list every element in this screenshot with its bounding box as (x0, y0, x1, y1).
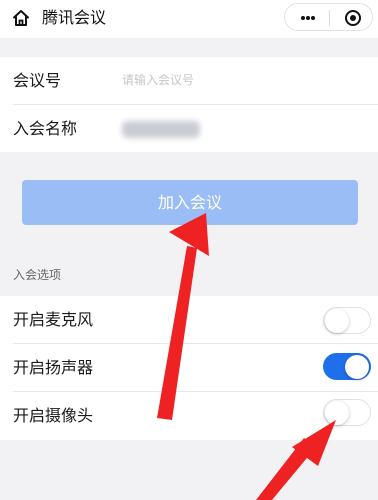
meeting-id-input[interactable] (122, 57, 362, 104)
option-label: 开启麦克风 (13, 310, 94, 329)
option-label: 开启摄像头 (13, 406, 94, 425)
join-options: 开启麦克风 开启扬声器 开启摄像头 (0, 296, 378, 440)
speaker-toggle[interactable] (323, 353, 371, 380)
mini-program-capsule (284, 3, 373, 31)
toggle-knob (345, 355, 369, 379)
option-label: 开启扬声器 (13, 358, 94, 377)
page-title: 腾讯会议 (42, 8, 107, 27)
option-row-microphone: 开启麦克风 (0, 296, 378, 343)
top-bar: 腾讯会议 (0, 0, 378, 38)
microphone-toggle[interactable] (323, 307, 371, 334)
display-name-label: 入会名称 (13, 119, 78, 138)
toggle-knob (325, 401, 349, 425)
target-icon[interactable] (345, 10, 361, 26)
display-name-row: 入会名称 (0, 105, 378, 152)
meeting-id-label: 会议号 (13, 71, 62, 90)
capsule-divider (329, 10, 330, 26)
option-row-camera: 开启摄像头 (0, 392, 378, 439)
toggle-knob (325, 309, 349, 333)
join-form: 会议号 入会名称 (0, 57, 378, 152)
home-icon[interactable] (11, 8, 31, 28)
display-name-field[interactable] (122, 121, 200, 138)
option-row-speaker: 开启扬声器 (0, 344, 378, 391)
join-meeting-button[interactable]: 加入会议 (22, 180, 358, 225)
camera-toggle[interactable] (323, 399, 371, 426)
more-dots-icon[interactable] (301, 16, 315, 20)
meeting-id-row: 会议号 (0, 57, 378, 104)
options-section-title: 入会选项 (13, 268, 62, 282)
